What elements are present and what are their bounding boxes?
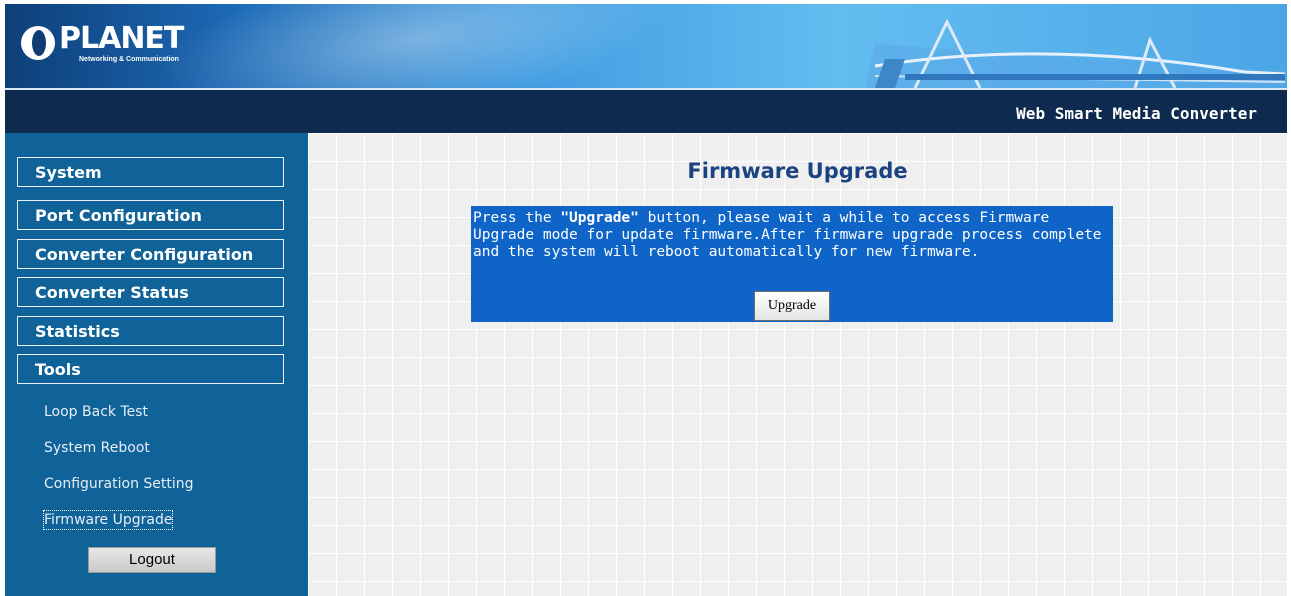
menu-statistics[interactable]: Statistics bbox=[17, 316, 284, 346]
menu-converter-status[interactable]: Converter Status bbox=[17, 277, 284, 307]
banner: PLANET Networking & Communication bbox=[5, 4, 1287, 88]
title-bar: Web Smart Media Converter bbox=[5, 88, 1287, 133]
upgrade-instructions: Press the "Upgrade" button, please wait … bbox=[473, 210, 1103, 261]
upgrade-button[interactable]: Upgrade bbox=[754, 291, 830, 321]
logo-text: PLANET bbox=[59, 21, 184, 56]
planet-logo-icon bbox=[21, 26, 55, 60]
menu-converter-configuration[interactable]: Converter Configuration bbox=[17, 239, 284, 269]
logo-subtitle: Networking & Communication bbox=[79, 56, 179, 63]
product-name: Web Smart Media Converter bbox=[1016, 104, 1257, 123]
menu-tools[interactable]: Tools bbox=[17, 354, 284, 384]
building-illustration-icon bbox=[865, 18, 1286, 88]
main-content: Firmware Upgrade Press the "Upgrade" but… bbox=[308, 133, 1287, 596]
page-title: Firmware Upgrade bbox=[687, 159, 908, 183]
logout-button[interactable]: Logout bbox=[88, 547, 216, 573]
submenu-firmware-upgrade[interactable]: Firmware Upgrade bbox=[42, 510, 174, 530]
instructions-emphasis: "Upgrade" bbox=[560, 210, 639, 226]
instructions-prefix: Press the bbox=[473, 210, 561, 226]
submenu-configuration-setting[interactable]: Configuration Setting bbox=[44, 475, 194, 493]
sidebar: System Port Configuration Converter Conf… bbox=[5, 133, 308, 596]
menu-port-configuration[interactable]: Port Configuration bbox=[17, 200, 284, 230]
upgrade-panel: Press the "Upgrade" button, please wait … bbox=[471, 206, 1113, 322]
submenu-loop-back-test[interactable]: Loop Back Test bbox=[44, 403, 148, 421]
submenu-system-reboot[interactable]: System Reboot bbox=[44, 439, 150, 457]
menu-system[interactable]: System bbox=[17, 157, 284, 187]
banner-light-streak bbox=[147, 4, 683, 88]
app-frame: PLANET Networking & Communication Web Sm… bbox=[5, 4, 1287, 596]
